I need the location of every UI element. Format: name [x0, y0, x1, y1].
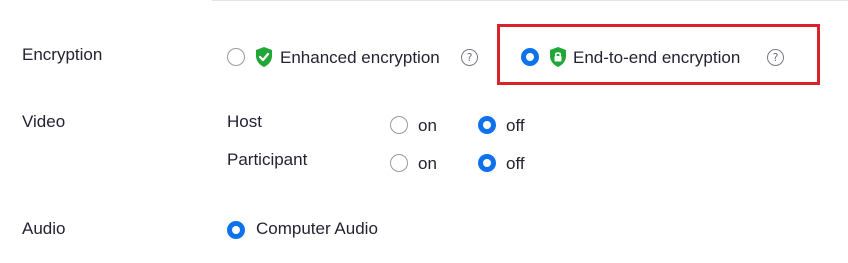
- video-host-off-label[interactable]: off: [506, 116, 525, 136]
- encryption-label: Encryption: [22, 45, 103, 64]
- enhanced-encryption-help-icon[interactable]: ?: [461, 49, 478, 66]
- video-participant-off-label[interactable]: off: [506, 154, 525, 174]
- video-participant-on-radio[interactable]: [390, 154, 408, 172]
- enhanced-encryption-label[interactable]: Enhanced encryption: [280, 48, 440, 68]
- shield-lock-icon: [550, 47, 566, 67]
- video-host-label: Host: [227, 112, 262, 131]
- top-divider: [212, 0, 848, 1]
- video-host-off-radio[interactable]: [478, 116, 496, 134]
- video-participant-on-label[interactable]: on: [418, 154, 437, 174]
- enhanced-encryption-radio[interactable]: [227, 48, 245, 66]
- end-to-end-encryption-help-icon[interactable]: ?: [767, 49, 784, 66]
- computer-audio-radio[interactable]: [227, 221, 245, 239]
- computer-audio-label[interactable]: Computer Audio: [256, 219, 378, 239]
- end-to-end-encryption-radio[interactable]: [521, 48, 539, 66]
- shield-check-icon: [256, 47, 272, 67]
- video-participant-label: Participant: [227, 150, 308, 169]
- video-participant-off-radio[interactable]: [478, 154, 496, 172]
- video-host-on-label[interactable]: on: [418, 116, 437, 136]
- audio-label: Audio: [22, 219, 66, 238]
- video-host-on-radio[interactable]: [390, 116, 408, 134]
- video-label: Video: [22, 112, 66, 131]
- end-to-end-encryption-label[interactable]: End-to-end encryption: [573, 48, 740, 68]
